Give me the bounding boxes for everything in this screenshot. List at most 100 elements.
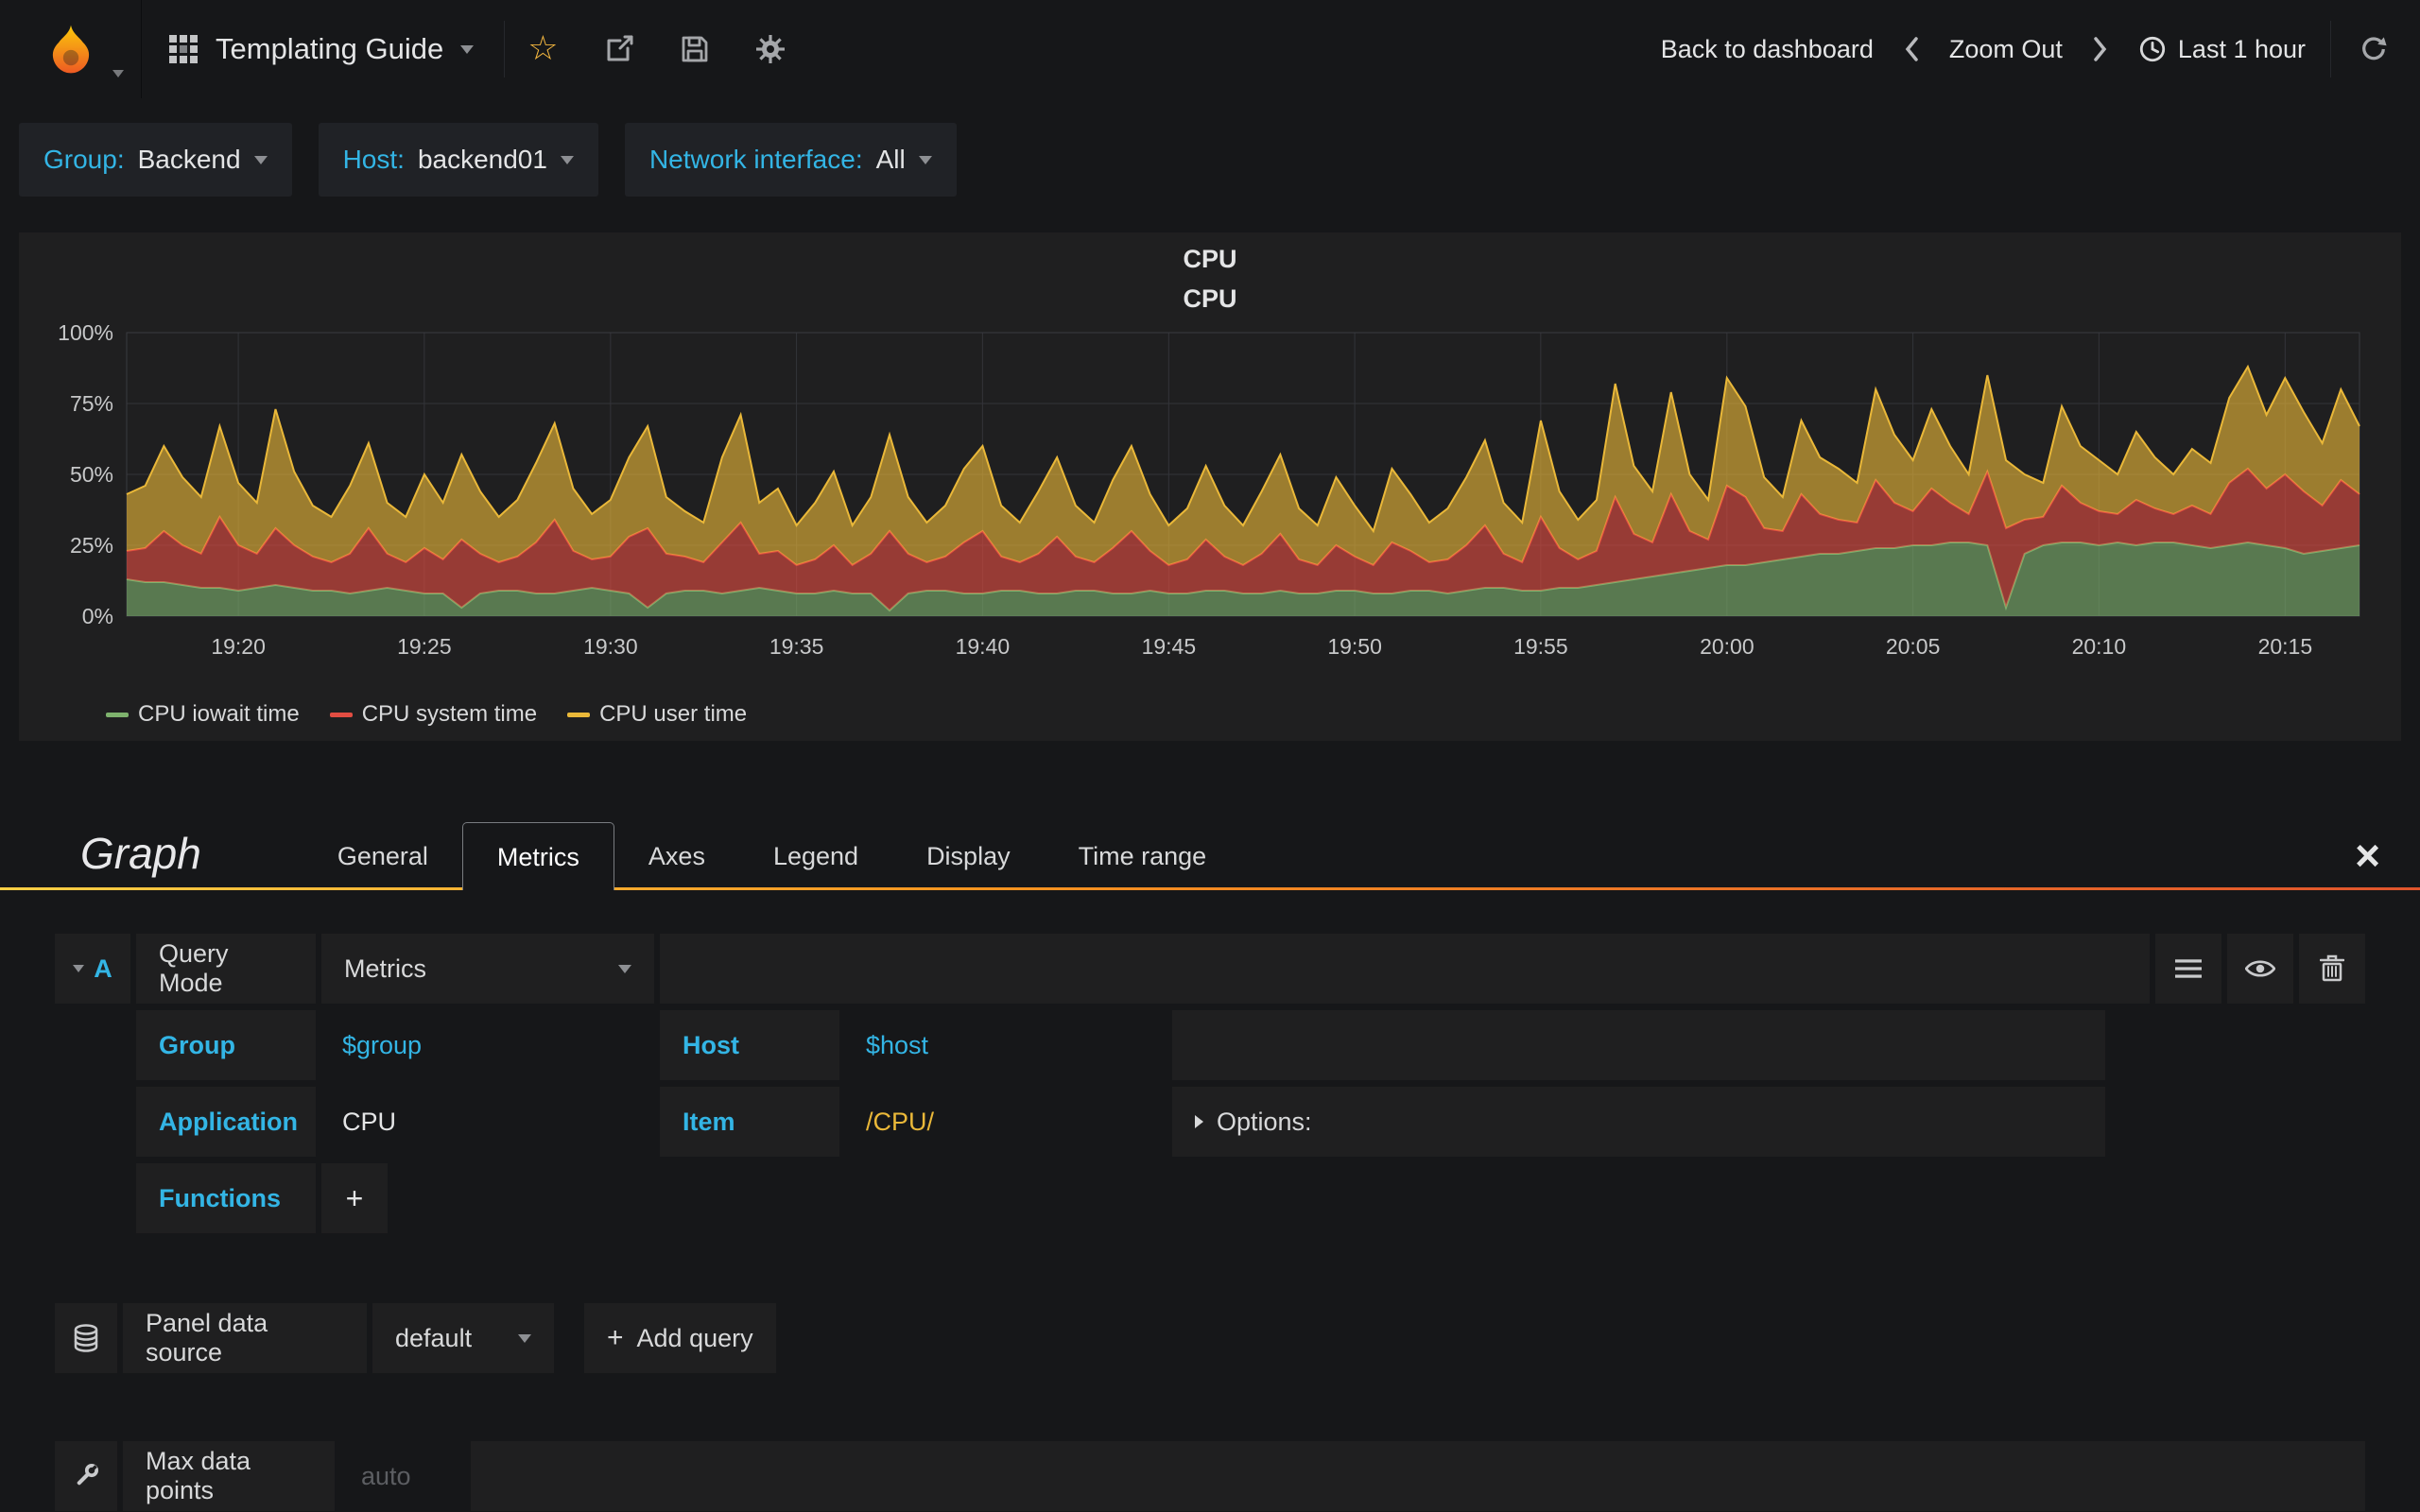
hamburger-menu-icon xyxy=(2175,959,2202,978)
add-query-label: Add query xyxy=(636,1323,753,1352)
query-collapse-toggle[interactable]: A xyxy=(55,934,130,1004)
back-to-dashboard-link[interactable]: Back to dashboard xyxy=(1661,35,1874,64)
legend-label: CPU system time xyxy=(361,701,538,727)
host-label: Host xyxy=(660,1010,839,1080)
application-input[interactable] xyxy=(321,1087,654,1157)
query-delete-button[interactable] xyxy=(2299,934,2365,1004)
panel-type-label: Graph xyxy=(80,829,201,878)
query-row-application-item: Application Item Options: xyxy=(136,1087,2365,1157)
variable-value: All xyxy=(875,145,906,174)
collapse-caret-icon xyxy=(73,965,85,972)
tab-general[interactable]: General xyxy=(303,822,462,890)
variable-label: Network interface: xyxy=(648,145,863,174)
eye-icon xyxy=(2245,960,2275,977)
host-input[interactable] xyxy=(845,1010,1167,1080)
legend-color-marker xyxy=(106,712,129,717)
svg-text:19:40: 19:40 xyxy=(956,634,1011,659)
query-menu-button[interactable] xyxy=(2155,934,2221,1004)
settings-button[interactable] xyxy=(733,0,808,98)
svg-text:19:20: 19:20 xyxy=(211,634,266,659)
item-input[interactable] xyxy=(845,1087,1167,1157)
application-field-cell xyxy=(321,1087,654,1157)
panel-title[interactable]: CPU xyxy=(19,238,2401,280)
variable-dropdown-network-interface[interactable]: Network interface: All xyxy=(624,123,957,197)
close-icon: × xyxy=(2355,831,2380,880)
datasource-dropdown[interactable]: default xyxy=(372,1303,554,1373)
tab-axes[interactable]: Axes xyxy=(614,822,739,890)
host-field-cell xyxy=(845,1010,1167,1080)
options-caret-icon xyxy=(1195,1115,1203,1128)
svg-text:19:25: 19:25 xyxy=(397,634,452,659)
svg-text:0%: 0% xyxy=(82,604,113,628)
variable-dropdown-group[interactable]: Group: Backend xyxy=(19,123,292,197)
query-mode-dropdown[interactable]: Metrics xyxy=(321,934,654,1004)
query-toggle-visibility-button[interactable] xyxy=(2227,934,2293,1004)
tab-legend[interactable]: Legend xyxy=(739,822,892,890)
datasource-row: Panel data source default + Add query xyxy=(55,1303,2365,1373)
title-caret-icon xyxy=(460,44,475,54)
svg-text:19:30: 19:30 xyxy=(583,634,638,659)
query-row-mode: A Query Mode Metrics xyxy=(55,934,2365,1004)
wrench-icon xyxy=(77,1464,98,1486)
variable-value: backend01 xyxy=(417,145,547,174)
chart-legend: CPU iowait time CPU system time CPU user t… xyxy=(106,696,2401,733)
time-shift-forward-button[interactable] xyxy=(2087,0,2114,98)
svg-text:75%: 75% xyxy=(70,391,113,416)
legend-label: CPU iowait time xyxy=(138,701,300,727)
save-icon xyxy=(682,36,707,62)
legend-item-cpu-iowait-time[interactable]: CPU iowait time xyxy=(106,701,300,728)
query-row-functions: Functions + xyxy=(136,1163,2365,1233)
share-icon xyxy=(607,35,633,61)
time-shift-back-button[interactable] xyxy=(1898,0,1925,98)
dashboard-title-dropdown[interactable]: Templating Guide xyxy=(142,0,504,98)
svg-text:20:05: 20:05 xyxy=(1886,634,1941,659)
application-label: Application xyxy=(136,1087,316,1157)
options-toggle[interactable]: Options: xyxy=(1172,1087,2105,1157)
editor-header: Graph General Metrics Axes Legend Display Tim… xyxy=(0,799,2420,890)
variable-dropdown-host[interactable]: Host: backend01 xyxy=(318,123,598,197)
add-query-button[interactable]: + Add query xyxy=(584,1303,776,1373)
save-button[interactable] xyxy=(657,0,733,98)
svg-text:100%: 100% xyxy=(58,320,113,345)
max-data-points-field-cell xyxy=(340,1441,465,1511)
chevron-left-icon xyxy=(1905,37,1918,61)
svg-text:19:45: 19:45 xyxy=(1142,634,1197,659)
svg-text:20:10: 20:10 xyxy=(2072,634,2127,659)
refresh-icon xyxy=(2362,37,2387,60)
dashboard-title: Templating Guide xyxy=(216,32,444,65)
legend-color-marker xyxy=(567,712,591,717)
chart-title: CPU xyxy=(1183,284,1237,313)
plus-icon: + xyxy=(607,1322,624,1353)
group-input[interactable] xyxy=(321,1010,654,1080)
zoom-out-button[interactable]: Zoom Out xyxy=(1949,35,2063,64)
tab-display[interactable]: Display xyxy=(892,822,1045,890)
clock-icon xyxy=(2139,36,2166,62)
navbar: Templating Guide ☆ Back to dashboard Zoo… xyxy=(0,0,2420,98)
time-range-picker[interactable]: Last 1 hour xyxy=(2138,35,2306,64)
row-filler xyxy=(660,934,2150,1004)
query-mode-label: Query Mode xyxy=(136,934,316,1004)
template-variables-row: Group: Backend Host: backend01 Network inter… xyxy=(0,98,2420,197)
refresh-button[interactable] xyxy=(2356,0,2392,98)
editor-tabs: General Metrics Axes Legend Display Time rang… xyxy=(303,822,1240,890)
query-row-group-host: Group Host xyxy=(136,1010,2365,1080)
legend-item-cpu-user-time[interactable]: CPU user time xyxy=(567,701,747,728)
row-filler xyxy=(471,1441,2365,1511)
cpu-stacked-area-chart: 0% 25% 50% 75% 100% 19:20 19:25 19:30 19:35 19:40… xyxy=(58,320,2360,659)
tab-time-range[interactable]: Time range xyxy=(1045,822,1241,890)
tab-metrics[interactable]: Metrics xyxy=(461,822,614,890)
dashboard-grid-icon xyxy=(169,35,198,63)
dropdown-caret-icon xyxy=(618,964,631,973)
main-menu-caret-icon xyxy=(112,70,124,77)
max-data-points-input[interactable] xyxy=(340,1441,465,1511)
navbar-right: Back to dashboard Zoom Out Last 1 hour xyxy=(1661,0,2420,98)
legend-item-cpu-system-time[interactable]: CPU system time xyxy=(329,701,538,728)
add-function-button[interactable]: + xyxy=(321,1163,388,1233)
star-button[interactable]: ☆ xyxy=(505,0,580,98)
grafana-logo[interactable] xyxy=(0,0,142,98)
panel-editor: Graph General Metrics Axes Legend Display Tim… xyxy=(0,799,2420,1511)
caret-down-icon xyxy=(918,155,932,164)
close-editor-button[interactable]: × xyxy=(2355,833,2380,877)
caret-down-icon xyxy=(560,155,574,164)
share-button[interactable] xyxy=(581,0,657,98)
